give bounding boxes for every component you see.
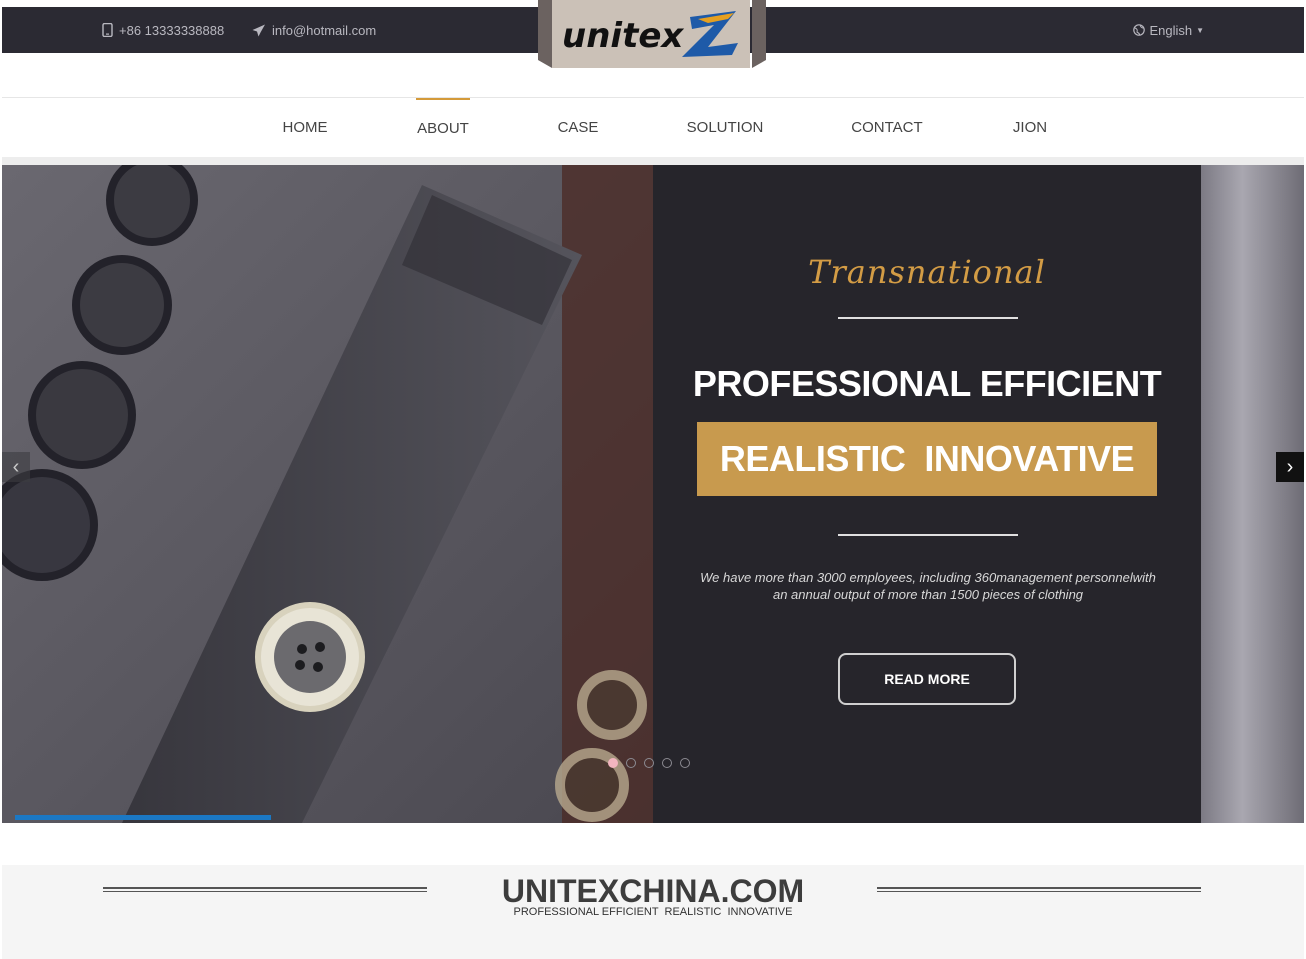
caption-divider-bottom [838, 534, 1018, 536]
slide-highlight-box: REALISTIC INNOVATIVE [697, 422, 1157, 496]
nav-item-jion[interactable]: JION [1000, 98, 1060, 156]
brand-section: UNITEXCHINA.COM PROFESSIONAL EFFICIENT R… [2, 865, 1304, 959]
logo-mark: unitex [562, 11, 738, 57]
read-more-button[interactable]: READ MORE [838, 653, 1016, 705]
nav-item-home[interactable]: HOME [268, 98, 342, 156]
slider-dot-5[interactable] [680, 758, 690, 768]
phone-icon [102, 23, 113, 37]
brand-title: UNITEXCHINA.COM [501, 873, 805, 909]
nav-divider [2, 157, 1304, 165]
hero-slider[interactable]: Transnational PROFESSIONAL EFFICIENT REA… [2, 165, 1304, 823]
email-address: info@hotmail.com [272, 22, 377, 38]
caption-divider-top [838, 317, 1018, 319]
next-slide-preview [1201, 165, 1304, 823]
paper-plane-icon [252, 24, 266, 37]
nav-item-contact[interactable]: CONTACT [840, 98, 934, 156]
language-label: English [1149, 22, 1193, 38]
slide-highlight-text: REALISTIC INNOVATIVE [719, 438, 1135, 479]
slider-pagination [608, 758, 690, 768]
slider-dot-3[interactable] [644, 758, 654, 768]
chevron-left-icon: ‹ [12, 455, 20, 478]
phone-number: +86 13333338888 [119, 22, 225, 38]
slide-description-line1: We have more than 3000 employees, includ… [700, 570, 1156, 585]
globe-icon [1133, 24, 1146, 36]
caret-down-icon: ▼ [1196, 25, 1204, 35]
nav-item-about[interactable]: ABOUT [416, 98, 470, 156]
chevron-right-icon: › [1286, 455, 1294, 478]
slider-dot-2[interactable] [626, 758, 636, 768]
slide-description-line2: an annual output of more than 1500 piece… [772, 587, 1084, 602]
language-selector[interactable]: English ▼ [1133, 7, 1204, 53]
brand-subtitle: PROFESSIONAL EFFICIENT REALISTIC INNOVAT… [513, 906, 793, 918]
main-nav: HOME ABOUT CASE SOLUTION CONTACT JION [2, 97, 1304, 158]
slide-headline: PROFESSIONAL EFFICIENT [692, 363, 1162, 404]
slider-dot-4[interactable] [662, 758, 672, 768]
phone-contact[interactable]: +86 13333338888 [102, 7, 224, 53]
slider-dot-1[interactable] [608, 758, 618, 768]
slider-progress-bar [15, 815, 271, 820]
slide-photo [2, 165, 653, 823]
slide-description: We have more than 3000 employees, includ… [683, 569, 1173, 603]
slider-next-button[interactable]: › [1276, 452, 1304, 482]
slide-script-title: Transnational [808, 253, 1046, 291]
slide-caption-panel: Transnational PROFESSIONAL EFFICIENT REA… [653, 165, 1201, 823]
nav-item-case[interactable]: CASE [546, 98, 610, 156]
logo[interactable]: unitex [552, 0, 750, 68]
logo-container[interactable]: unitex [538, 0, 766, 68]
logo-wordmark: unitex [562, 16, 684, 56]
email-contact[interactable]: info@hotmail.com [252, 7, 376, 53]
nav-item-solution[interactable]: SOLUTION [676, 98, 774, 156]
slider-prev-button[interactable]: ‹ [2, 452, 30, 482]
